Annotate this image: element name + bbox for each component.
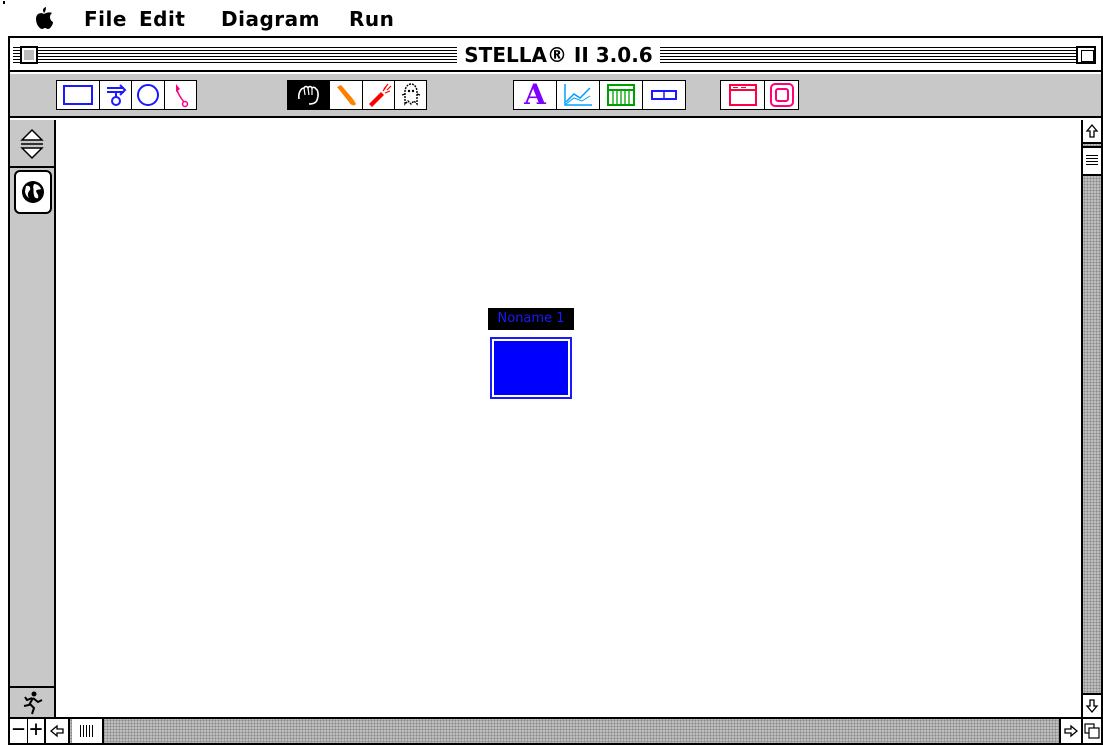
scroll-down-button[interactable] — [1083, 693, 1101, 717]
diagram-canvas[interactable]: Noname 1 — [58, 120, 1079, 717]
text-a-icon: A — [524, 78, 546, 111]
model-window: STELLA® II 3.0.6 A Noname 1 − + — [8, 36, 1103, 745]
dynamite-icon — [368, 83, 391, 107]
map-mode-button[interactable] — [14, 170, 52, 214]
left-arrow-icon — [49, 724, 64, 738]
graph-icon — [564, 84, 592, 106]
sector-block[interactable] — [490, 337, 572, 399]
table-icon — [607, 84, 635, 106]
layer-toggle-button[interactable] — [10, 124, 54, 168]
apple-icon[interactable] — [33, 6, 55, 30]
hand-icon — [297, 85, 319, 105]
connector-tool[interactable] — [164, 80, 197, 110]
up-down-arrows-icon — [20, 128, 44, 160]
paintbrush-icon — [337, 85, 356, 106]
close-box[interactable] — [20, 46, 38, 64]
ghost-tool[interactable] — [394, 80, 427, 110]
building-block-toolbar: A — [10, 74, 1101, 118]
zoom-in-button[interactable]: + — [28, 719, 46, 743]
ghost-icon — [401, 83, 420, 106]
connector-arrow-icon — [175, 84, 188, 108]
menu-file[interactable]: File — [84, 6, 127, 32]
menu-edit[interactable]: Edit — [139, 6, 185, 32]
circle-icon — [137, 84, 159, 106]
menu-run[interactable]: Run — [349, 6, 394, 32]
graph-tool[interactable] — [556, 80, 600, 110]
flow-icon — [106, 84, 126, 106]
horizontal-scrollbar[interactable] — [46, 719, 1081, 743]
vertical-scrollbar[interactable] — [1081, 120, 1101, 717]
run-button[interactable] — [10, 686, 54, 717]
sector-label[interactable]: Noname 1 — [488, 308, 574, 330]
scroll-up-button[interactable] — [1083, 120, 1101, 144]
rectangle-icon — [63, 85, 93, 105]
flow-tool[interactable] — [99, 80, 132, 110]
horizontal-scroll-thumb[interactable] — [72, 719, 104, 743]
resize-icon — [1084, 723, 1100, 739]
scroll-right-button[interactable] — [1059, 719, 1081, 743]
menu-diagram[interactable]: Diagram — [221, 6, 320, 32]
sector-tool[interactable] — [764, 80, 799, 110]
vertical-scroll-thumb[interactable] — [1083, 146, 1101, 176]
paintbrush-tool[interactable] — [329, 80, 363, 110]
window-title: STELLA® II 3.0.6 — [457, 41, 660, 69]
zoom-box[interactable] — [1076, 46, 1096, 64]
zoom-out-button[interactable]: − — [10, 719, 28, 743]
title-bar[interactable]: STELLA® II 3.0.6 — [10, 38, 1101, 72]
stock-tool[interactable] — [56, 80, 100, 110]
right-arrow-icon — [1064, 724, 1079, 738]
title-stripes-right — [660, 47, 1076, 63]
globe-icon — [22, 181, 44, 203]
up-arrow-icon — [1085, 123, 1099, 138]
converter-tool[interactable] — [131, 80, 165, 110]
bottom-bar: − + — [10, 717, 1101, 743]
text-tool[interactable]: A — [513, 80, 557, 110]
running-man-icon — [23, 691, 43, 714]
slider-tool[interactable] — [642, 80, 686, 110]
menu-bar: File Edit Diagram Run — [0, 0, 1103, 36]
table-tool[interactable] — [599, 80, 643, 110]
corner-mark — [3, 1, 5, 4]
left-palette — [10, 120, 56, 717]
title-stripes-left — [13, 47, 457, 63]
button-icon — [728, 84, 757, 106]
grow-box[interactable] — [1081, 719, 1101, 743]
button-tool[interactable] — [720, 80, 765, 110]
dynamite-tool[interactable] — [362, 80, 395, 110]
sector-frame-icon — [769, 83, 794, 107]
scroll-left-button[interactable] — [46, 719, 70, 743]
hand-tool[interactable] — [287, 80, 330, 110]
slider-icon — [651, 90, 677, 100]
down-arrow-icon — [1085, 699, 1099, 714]
